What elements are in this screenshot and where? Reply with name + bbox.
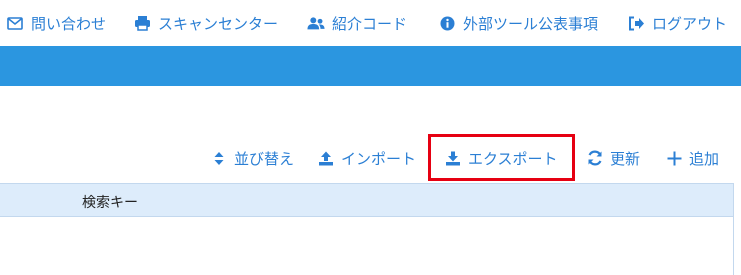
plus-icon	[665, 149, 683, 167]
column-header-search-key[interactable]: 検索キー	[82, 192, 138, 212]
referral-code-link[interactable]: 紹介コード	[307, 12, 407, 34]
envelope-icon	[6, 14, 24, 32]
refresh-button[interactable]: 更新	[586, 146, 640, 170]
scan-center-label: スキャンセンター	[158, 14, 279, 33]
printer-icon	[133, 14, 151, 32]
table-body	[0, 217, 734, 275]
header-banner	[0, 46, 741, 86]
sort-button[interactable]: 並び替え	[210, 146, 294, 170]
add-label: 追加	[689, 149, 720, 168]
export-button[interactable]: エクスポート	[444, 146, 558, 170]
contact-label: 問い合わせ	[31, 14, 107, 33]
download-icon	[444, 149, 462, 167]
sign-out-icon	[627, 14, 645, 32]
upload-icon	[317, 149, 335, 167]
logout-link[interactable]: ログアウト	[627, 12, 727, 34]
contact-link[interactable]: 問い合わせ	[6, 12, 106, 34]
table-header: 検索キー	[0, 183, 734, 217]
add-button[interactable]: 追加	[665, 146, 719, 170]
refresh-icon	[586, 149, 604, 167]
info-icon	[438, 14, 456, 32]
import-button[interactable]: インポート	[317, 146, 416, 170]
sort-label: 並び替え	[234, 149, 295, 168]
import-label: インポート	[341, 149, 417, 168]
refresh-label: 更新	[610, 149, 641, 168]
scan-center-link[interactable]: スキャンセンター	[133, 12, 278, 34]
users-icon	[307, 14, 325, 32]
sort-icon	[210, 149, 228, 167]
export-label: エクスポート	[468, 149, 558, 168]
top-navigation: 問い合わせ スキャンセンター 紹介コード 外部ツール公表事項 ログアウト	[0, 0, 741, 46]
referral-code-label: 紹介コード	[332, 14, 408, 33]
external-tools-link[interactable]: 外部ツール公表事項	[438, 12, 598, 34]
logout-label: ログアウト	[652, 14, 728, 33]
external-tools-label: 外部ツール公表事項	[463, 14, 599, 33]
